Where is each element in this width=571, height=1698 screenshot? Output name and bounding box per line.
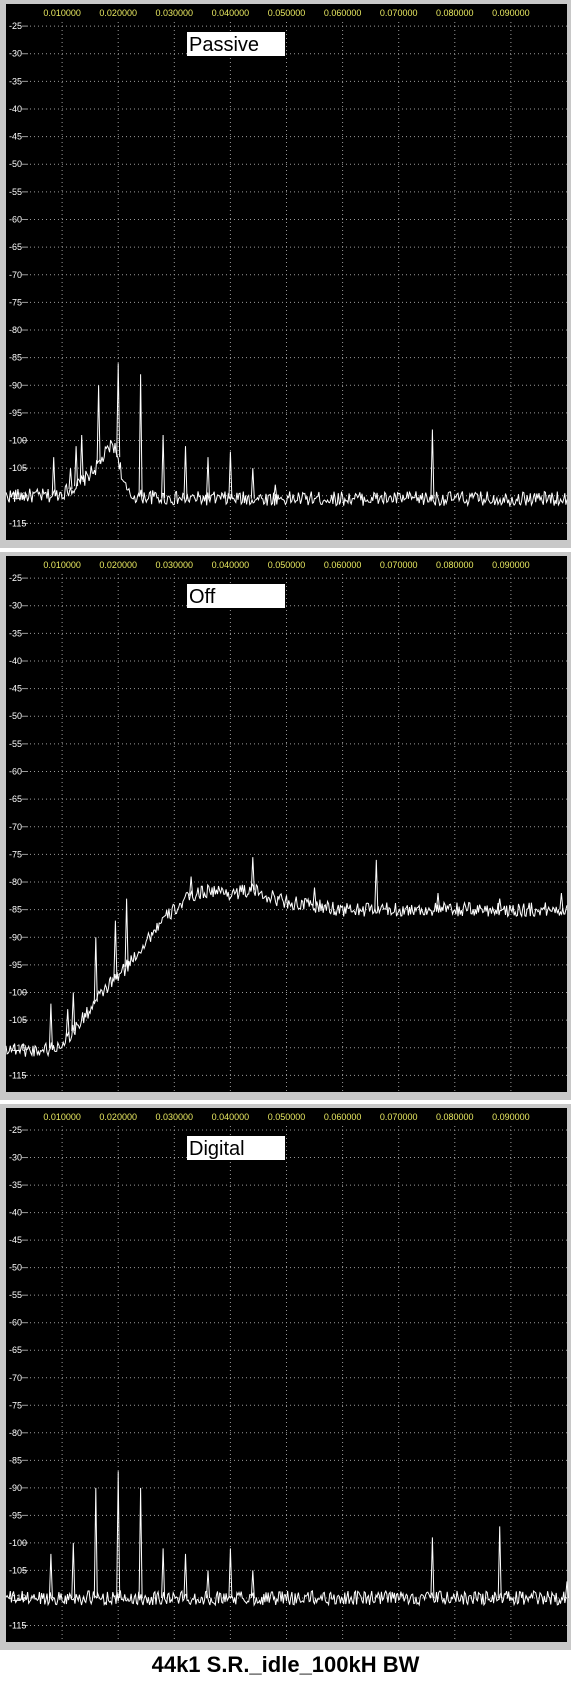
y-tick-label: -40 xyxy=(9,656,22,666)
y-tick-label: -50 xyxy=(9,1263,22,1273)
x-tick-label: 0.030000 xyxy=(156,560,194,570)
x-tick-label: 0.020000 xyxy=(99,1112,137,1122)
y-tick-label: -25 xyxy=(9,573,22,583)
y-tick-label: -95 xyxy=(9,960,22,970)
x-tick-label: 0.010000 xyxy=(43,1112,81,1122)
x-tick-label: 0.090000 xyxy=(492,1112,530,1122)
y-tick-label: -105 xyxy=(9,1565,27,1575)
x-tick-label: 0.070000 xyxy=(380,560,418,570)
y-tick-label: -85 xyxy=(9,905,22,915)
y-tick-label: -55 xyxy=(9,1290,22,1300)
x-tick-label: 0.050000 xyxy=(268,8,306,18)
figure-caption: 44k1 S.R._idle_100kH BW xyxy=(151,1652,420,1677)
y-tick-label: -85 xyxy=(9,1455,22,1465)
spectrum-chart-off: 0.010000 0.020000 0.030000 0.040000 0.050000… xyxy=(0,552,571,1100)
y-tick-label: -95 xyxy=(9,408,22,418)
y-tick-label: -105 xyxy=(9,1015,27,1025)
y-tick-label: -40 xyxy=(9,1208,22,1218)
y-tick-label: -70 xyxy=(9,1373,22,1383)
x-tick-label: 0.010000 xyxy=(43,8,81,18)
y-tick-label: -50 xyxy=(9,711,22,721)
y-tick-label: -30 xyxy=(9,601,22,611)
y-tick-label: -90 xyxy=(9,932,22,942)
y-tick-label: -55 xyxy=(9,187,22,197)
x-tick-label: 0.040000 xyxy=(212,8,250,18)
y-tick-label: -90 xyxy=(9,1483,22,1493)
y-tick-label: -45 xyxy=(9,1235,22,1245)
panel-label: Digital xyxy=(189,1138,245,1160)
y-tick-label: -35 xyxy=(9,1180,22,1190)
y-tick-label: -90 xyxy=(9,380,22,390)
x-tick-label: 0.030000 xyxy=(156,1112,194,1122)
x-tick-label: 0.040000 xyxy=(212,1112,250,1122)
y-tick-label: -115 xyxy=(9,1070,26,1080)
x-tick-label: 0.080000 xyxy=(436,8,474,18)
x-tick-label: 0.060000 xyxy=(324,560,362,570)
x-tick-label: 0.050000 xyxy=(268,560,306,570)
y-tick-label: -65 xyxy=(9,1345,22,1355)
y-tick-label: -35 xyxy=(9,628,22,638)
y-tick-label: -40 xyxy=(9,104,22,114)
y-tick-label: -25 xyxy=(9,21,22,31)
y-tick-label: -50 xyxy=(9,159,22,169)
y-tick-label: -80 xyxy=(9,325,22,335)
x-tick-label: 0.060000 xyxy=(324,1112,362,1122)
y-tick-label: -60 xyxy=(9,1318,22,1328)
x-tick-label: 0.060000 xyxy=(324,8,362,18)
panel-label: Off xyxy=(189,586,216,608)
y-tick-label: -30 xyxy=(9,1153,22,1163)
y-tick-label: -55 xyxy=(9,739,22,749)
y-tick-label: -65 xyxy=(9,242,22,252)
y-tick-label: -65 xyxy=(9,794,22,804)
x-tick-label: 0.020000 xyxy=(99,560,137,570)
y-tick-label: -95 xyxy=(9,1510,22,1520)
y-tick-label: -75 xyxy=(9,1400,22,1410)
y-tick-label: -70 xyxy=(9,270,22,280)
x-tick-label: 0.080000 xyxy=(436,560,474,570)
y-tick-label: -100 xyxy=(9,1538,27,1548)
y-tick-label: -105 xyxy=(9,463,27,473)
x-tick-label: 0.030000 xyxy=(156,8,194,18)
x-tick-label: 0.090000 xyxy=(492,8,530,18)
y-tick-label: -100 xyxy=(9,988,27,998)
y-tick-label: -85 xyxy=(9,353,22,363)
x-tick-label: 0.010000 xyxy=(43,560,81,570)
y-tick-label: -45 xyxy=(9,132,22,142)
x-tick-label: 0.090000 xyxy=(492,560,530,570)
y-tick-label: -80 xyxy=(9,877,22,887)
y-tick-label: -70 xyxy=(9,822,22,832)
spectrum-panel-digital: 0.010000 0.020000 0.030000 0.040000 0.050000… xyxy=(0,1104,571,1650)
plot-background xyxy=(6,4,567,540)
x-tick-label: 0.020000 xyxy=(99,8,137,18)
y-tick-label: -60 xyxy=(9,767,22,777)
x-tick-label: 0.040000 xyxy=(212,560,250,570)
panel-label: Passive xyxy=(189,34,259,56)
y-tick-label: -80 xyxy=(9,1428,22,1438)
y-tick-label: -60 xyxy=(9,215,22,225)
spectrum-chart-digital: 0.010000 0.020000 0.030000 0.040000 0.050000… xyxy=(0,1104,571,1650)
x-tick-label: 0.050000 xyxy=(268,1112,306,1122)
y-tick-label: -75 xyxy=(9,297,22,307)
y-tick-label: -45 xyxy=(9,684,22,694)
x-tick-label: 0.080000 xyxy=(436,1112,474,1122)
y-tick-label: -35 xyxy=(9,76,22,86)
x-tick-label: 0.070000 xyxy=(380,8,418,18)
y-tick-label: -115 xyxy=(9,518,26,528)
spectrum-panel-off: 0.010000 0.020000 0.030000 0.040000 0.050000… xyxy=(0,552,571,1100)
spectrum-panel-passive: 0.010000 0.020000 0.030000 0.040000 0.050000… xyxy=(0,0,571,548)
y-tick-label: -115 xyxy=(9,1620,26,1630)
y-tick-label: -30 xyxy=(9,49,22,59)
x-tick-label: 0.070000 xyxy=(380,1112,418,1122)
spectrum-chart-passive: 0.010000 0.020000 0.030000 0.040000 0.050000… xyxy=(0,0,571,548)
y-tick-label: -75 xyxy=(9,849,22,859)
y-tick-label: -25 xyxy=(9,1125,22,1135)
y-tick-label: -100 xyxy=(9,436,27,446)
